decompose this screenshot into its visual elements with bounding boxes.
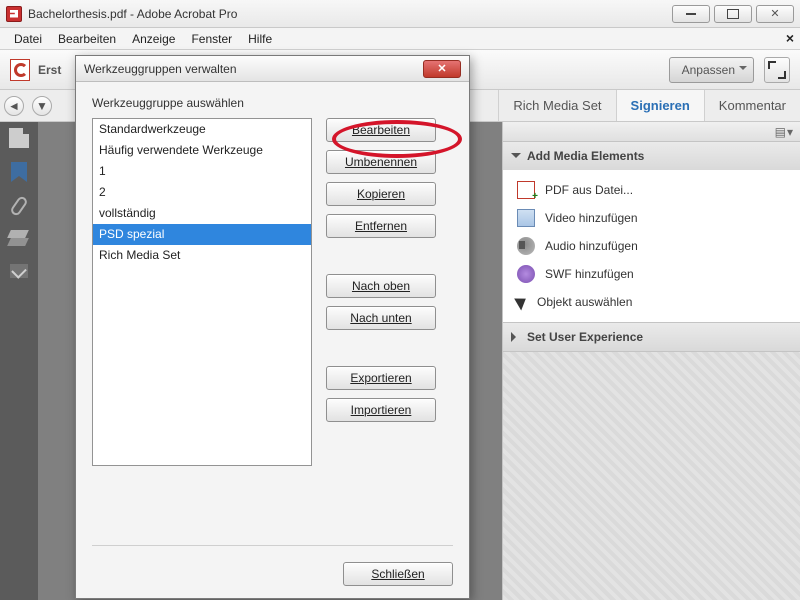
copy-button[interactable]: Kopieren: [326, 182, 436, 206]
dialog-label: Werkzeuggruppe auswählen: [92, 96, 453, 110]
fullscreen-button[interactable]: [764, 57, 790, 83]
window-close-button[interactable]: ✕: [756, 5, 794, 23]
move-up-button[interactable]: Nach oben: [326, 274, 436, 298]
document-close-button[interactable]: ×: [786, 30, 794, 46]
tool-label: Objekt auswählen: [537, 295, 632, 309]
edit-button[interactable]: Bearbeiten: [326, 118, 436, 142]
bookmarks-panel-icon[interactable]: [9, 162, 29, 182]
remove-button[interactable]: Entfernen: [326, 214, 436, 238]
audio-icon: [517, 237, 535, 255]
tools-pane-empty: [503, 352, 800, 600]
layers-panel-icon[interactable]: [9, 230, 29, 250]
section-user-experience[interactable]: Set User Experience: [503, 323, 800, 351]
toolgroup-list-item[interactable]: Rich Media Set: [93, 245, 311, 266]
toolgroup-list-item[interactable]: 2: [93, 182, 311, 203]
tool-add-swf[interactable]: SWF hinzufügen: [503, 260, 800, 288]
rename-button-label: Umbenennen: [345, 155, 417, 169]
acrobat-app-icon: [6, 6, 22, 22]
menu-window[interactable]: Fenster: [183, 28, 240, 50]
chevron-down-icon: [511, 153, 521, 163]
customize-label: Anpassen: [682, 63, 735, 77]
toolgroup-list-item[interactable]: Häufig verwendete Werkzeuge: [93, 140, 311, 161]
tool-add-audio[interactable]: Audio hinzufügen: [503, 232, 800, 260]
nav-prev-button[interactable]: ◄: [0, 90, 28, 121]
toolgroup-listbox[interactable]: StandardwerkzeugeHäufig verwendete Werkz…: [92, 118, 312, 466]
create-pdf-icon[interactable]: [10, 59, 30, 81]
section-user-experience-title: Set User Experience: [527, 330, 643, 344]
tool-label: SWF hinzufügen: [545, 267, 634, 281]
menu-view[interactable]: Anzeige: [124, 28, 183, 50]
dialog-titlebar[interactable]: Werkzeuggruppen verwalten ✕: [76, 56, 469, 82]
navigation-rail: [0, 122, 38, 600]
window-titlebar: Bachelorthesis.pdf - Adobe Acrobat Pro ✕: [0, 0, 800, 28]
customize-button[interactable]: Anpassen: [669, 57, 754, 83]
pages-panel-icon[interactable]: [9, 128, 29, 148]
export-button[interactable]: Exportieren: [326, 366, 436, 390]
export-label: Exportieren: [350, 371, 411, 385]
video-icon: [517, 209, 535, 227]
toolgroup-list-item[interactable]: Standardwerkzeuge: [93, 119, 311, 140]
tab-sign[interactable]: Signieren: [616, 90, 704, 121]
tool-label: PDF aus Datei...: [545, 183, 633, 197]
manage-toolgroups-dialog: Werkzeuggruppen verwalten ✕ Werkzeuggrup…: [75, 55, 470, 599]
move-up-label: Nach oben: [352, 279, 410, 293]
close-button-label: Schließen: [371, 567, 424, 581]
menu-edit[interactable]: Bearbeiten: [50, 28, 124, 50]
signatures-panel-icon[interactable]: [10, 264, 28, 278]
nav-next-button[interactable]: ▼: [28, 90, 56, 121]
tool-label: Audio hinzufügen: [545, 239, 638, 253]
window-title: Bachelorthesis.pdf - Adobe Acrobat Pro: [28, 7, 672, 21]
window-maximize-button[interactable]: [714, 5, 752, 23]
dialog-title: Werkzeuggruppen verwalten: [84, 62, 237, 76]
window-minimize-button[interactable]: [672, 5, 710, 23]
dialog-close-button[interactable]: ✕: [423, 60, 461, 78]
cursor-icon: [514, 293, 530, 310]
section-add-media[interactable]: Add Media Elements: [503, 142, 800, 170]
pdf-file-icon: [517, 181, 535, 199]
move-down-button[interactable]: Nach unten: [326, 306, 436, 330]
chevron-right-icon: [511, 332, 521, 342]
swf-icon: [517, 265, 535, 283]
quick-tool-label: Erst: [38, 63, 61, 77]
tool-label: Video hinzufügen: [545, 211, 638, 225]
tool-select-object[interactable]: Objekt auswählen: [503, 288, 800, 316]
import-label: Importieren: [351, 403, 412, 417]
tool-add-video[interactable]: Video hinzufügen: [503, 204, 800, 232]
tool-pdf-from-file[interactable]: PDF aus Datei...: [503, 176, 800, 204]
tools-pane: ▤▾ Add Media Elements PDF aus Datei... V…: [502, 122, 800, 600]
close-button[interactable]: Schließen: [343, 562, 453, 586]
move-down-label: Nach unten: [350, 311, 411, 325]
attachments-panel-icon[interactable]: [9, 195, 29, 217]
import-button[interactable]: Importieren: [326, 398, 436, 422]
menu-file[interactable]: Datei: [6, 28, 50, 50]
tab-rich-media[interactable]: Rich Media Set: [498, 90, 615, 121]
tools-pane-menu[interactable]: ▤▾: [503, 122, 800, 142]
section-add-media-title: Add Media Elements: [527, 149, 644, 163]
rename-button[interactable]: Umbenennen: [326, 150, 436, 174]
menu-bar: Datei Bearbeiten Anzeige Fenster Hilfe ×: [0, 28, 800, 50]
toolgroup-list-item[interactable]: vollständig: [93, 203, 311, 224]
edit-button-label: Bearbeiten: [352, 123, 410, 137]
toolgroup-list-item[interactable]: PSD spezial: [93, 224, 311, 245]
toolgroup-list-item[interactable]: 1: [93, 161, 311, 182]
dialog-separator: [92, 545, 453, 546]
tab-comment[interactable]: Kommentar: [704, 90, 800, 121]
copy-button-label: Kopieren: [357, 187, 405, 201]
remove-button-label: Entfernen: [355, 219, 407, 233]
doc-gutter: [38, 122, 70, 600]
menu-help[interactable]: Hilfe: [240, 28, 280, 50]
